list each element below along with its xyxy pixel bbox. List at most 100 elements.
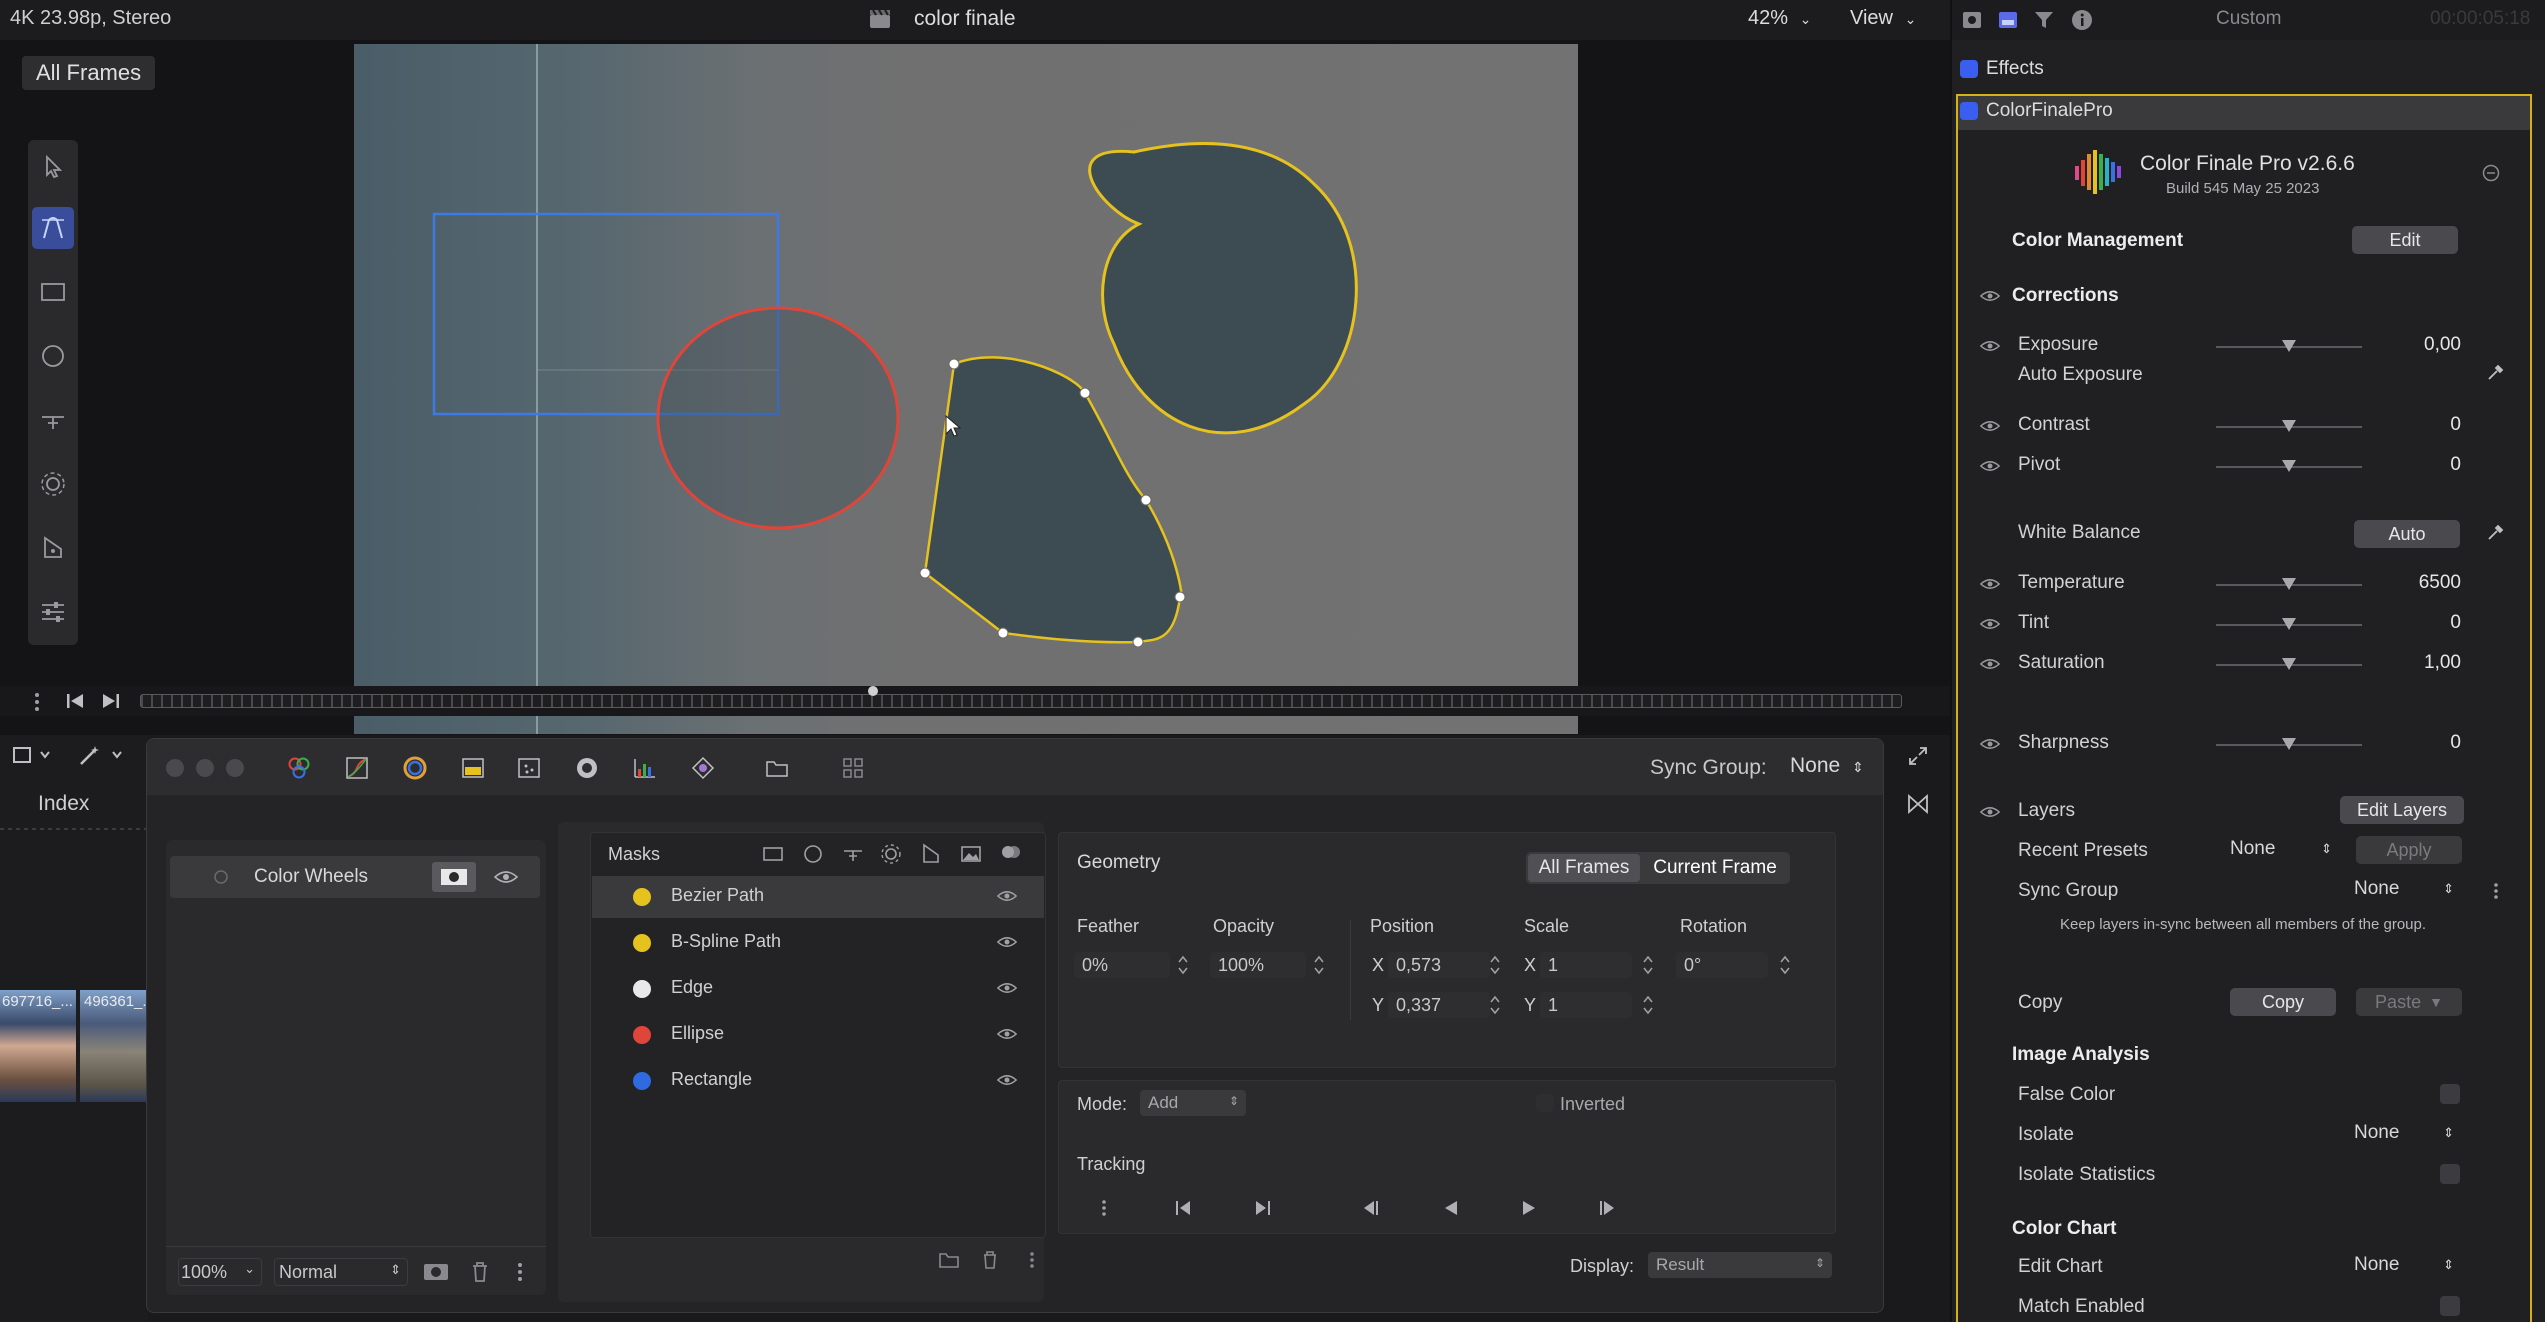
sharpness-eye-icon[interactable] [1978, 736, 2002, 752]
inverted-checkbox[interactable] [1536, 1094, 1554, 1112]
sharpness-value[interactable]: 0 [2450, 732, 2461, 754]
folder-icon[interactable] [762, 754, 792, 782]
smart-mask-tool-icon[interactable] [32, 463, 74, 505]
add-ellipse-mask-icon[interactable] [798, 840, 828, 868]
ellipse-tool-icon[interactable] [32, 335, 74, 377]
position-y-stepper-icon[interactable] [1488, 992, 1502, 1018]
hue-wheel-icon[interactable] [400, 754, 430, 782]
bezier-tool-icon[interactable] [32, 207, 74, 249]
mask-more-icon[interactable] [1024, 1248, 1040, 1272]
add-mask-layer-icon[interactable] [420, 1258, 452, 1286]
opacity-stepper-icon[interactable] [1312, 952, 1326, 978]
saturation-slider-knob[interactable] [2282, 658, 2296, 670]
mask-folder-icon[interactable] [936, 1248, 962, 1272]
edit-layers-button[interactable]: Edit Layers [2340, 796, 2464, 824]
collapse-minus-icon[interactable] [2480, 162, 2502, 184]
pen-tool-icon[interactable] [32, 527, 74, 569]
mode-select[interactable]: Add ⇕ [1140, 1090, 1246, 1116]
expand-icon[interactable] [1904, 742, 1932, 770]
curves-icon[interactable] [342, 754, 372, 782]
temperature-slider-knob[interactable] [2282, 578, 2296, 590]
bowtie-icon[interactable] [1904, 790, 1932, 818]
timeline-scrubber[interactable] [140, 694, 1902, 708]
mask-visibility-eye-icon[interactable] [996, 934, 1018, 950]
mask-list-item[interactable]: Edge [671, 977, 713, 998]
tracking-more-icon[interactable] [1096, 1196, 1112, 1220]
paste-button[interactable]: Paste ▼ [2356, 988, 2462, 1016]
trash-icon[interactable] [466, 1258, 494, 1286]
lut-icon[interactable] [458, 754, 488, 782]
filter-icon[interactable] [2030, 6, 2058, 34]
temperature-value[interactable]: 6500 [2419, 572, 2461, 594]
current-frame-segment[interactable]: Current Frame [1642, 854, 1788, 882]
adjustments-tool-icon[interactable] [32, 591, 74, 633]
isolate-statistics-checkbox[interactable] [2440, 1164, 2460, 1184]
sharpness-slider-knob[interactable] [2282, 738, 2296, 750]
add-person-mask-icon[interactable] [996, 840, 1026, 868]
track-backward-icon[interactable] [1438, 1196, 1464, 1220]
tint-slider-knob[interactable] [2282, 618, 2296, 630]
mask-visibility-eye-icon[interactable] [996, 888, 1018, 904]
edge-tool-icon[interactable] [32, 399, 74, 441]
track-forward-frame-icon[interactable] [1594, 1196, 1620, 1220]
contrast-slider-knob[interactable] [2282, 420, 2296, 432]
color-wheels-icon[interactable] [284, 754, 314, 782]
plugin-checkbox[interactable] [1960, 102, 1978, 120]
opacity-field[interactable]: 100% [1210, 952, 1306, 978]
transform-tool-icon[interactable] [10, 742, 56, 768]
saturation-value[interactable]: 1,00 [2424, 652, 2461, 674]
effects-checkbox[interactable] [1960, 60, 1978, 78]
exposure-value[interactable]: 0,00 [2424, 334, 2461, 356]
white-balance-eyedropper-icon[interactable] [2484, 522, 2506, 544]
apply-button[interactable]: Apply [2356, 836, 2462, 864]
color-inspector-icon[interactable] [1994, 6, 2022, 34]
view-menu[interactable]: View ⌄ [1850, 7, 1916, 30]
saturation-eye-icon[interactable] [1978, 656, 2002, 672]
video-frame[interactable] [354, 44, 1578, 734]
rotation-field[interactable]: 0° [1676, 952, 1768, 978]
add-edge-mask-icon[interactable] [838, 840, 868, 868]
layer-drag-icon[interactable] [210, 866, 232, 888]
pivot-eye-icon[interactable] [1978, 458, 2002, 474]
mask-visibility-eye-icon[interactable] [996, 980, 1018, 996]
track-forward-icon[interactable] [1516, 1196, 1542, 1220]
scale-x-stepper-icon[interactable] [1641, 952, 1655, 978]
window-close-button[interactable] [166, 759, 184, 777]
tint-value[interactable]: 0 [2450, 612, 2461, 634]
playhead[interactable] [868, 686, 878, 696]
position-x-stepper-icon[interactable] [1488, 952, 1502, 978]
recent-presets-select[interactable]: None ⇕ [2230, 838, 2336, 864]
track-to-end-icon[interactable] [1250, 1196, 1276, 1220]
layer-mask-icon[interactable] [432, 862, 476, 892]
mask-visibility-eye-icon[interactable] [996, 1072, 1018, 1088]
zoom-dropdown[interactable]: 42% ⌄ [1748, 7, 1811, 30]
contrast-eye-icon[interactable] [1978, 418, 2002, 434]
feather-field[interactable]: 0% [1074, 952, 1170, 978]
sync-group-more-icon[interactable] [2490, 880, 2502, 902]
grid-view-icon[interactable] [838, 754, 868, 782]
mask-visibility-eye-icon[interactable] [996, 1026, 1018, 1042]
mask-trash-icon[interactable] [978, 1248, 1002, 1272]
color-management-edit-button[interactable]: Edit [2352, 226, 2458, 254]
tint-eye-icon[interactable] [1978, 616, 2002, 632]
exposure-slider-knob[interactable] [2282, 340, 2296, 352]
mask-list-item[interactable]: Rectangle [671, 1069, 752, 1090]
mask-list-item[interactable]: Bezier Path [671, 885, 764, 906]
temperature-eye-icon[interactable] [1978, 576, 2002, 592]
sync-group-select[interactable]: None ⇕ [1790, 754, 1864, 778]
add-smart-mask-icon[interactable] [876, 840, 906, 868]
color-match-icon[interactable] [688, 754, 718, 782]
index-tab[interactable]: Index [38, 792, 89, 816]
mask-list-item[interactable]: B-Spline Path [671, 931, 781, 952]
sync-group-inspector-select[interactable]: None ⇕ [2354, 878, 2458, 904]
scale-x-field[interactable]: 1 [1540, 952, 1632, 978]
video-inspector-icon[interactable] [1958, 6, 1986, 34]
magic-wand-icon[interactable] [74, 742, 130, 768]
mask-list-item[interactable]: Ellipse [671, 1023, 724, 1044]
window-zoom-button[interactable] [226, 759, 244, 777]
exposure-eye-icon[interactable] [1978, 338, 2002, 354]
feather-stepper-icon[interactable] [1176, 952, 1190, 978]
layer-zoom-select[interactable]: 100% ⌄ [178, 1258, 262, 1286]
position-y-field[interactable]: 0,337 [1388, 992, 1490, 1018]
vignette-icon[interactable] [572, 754, 602, 782]
